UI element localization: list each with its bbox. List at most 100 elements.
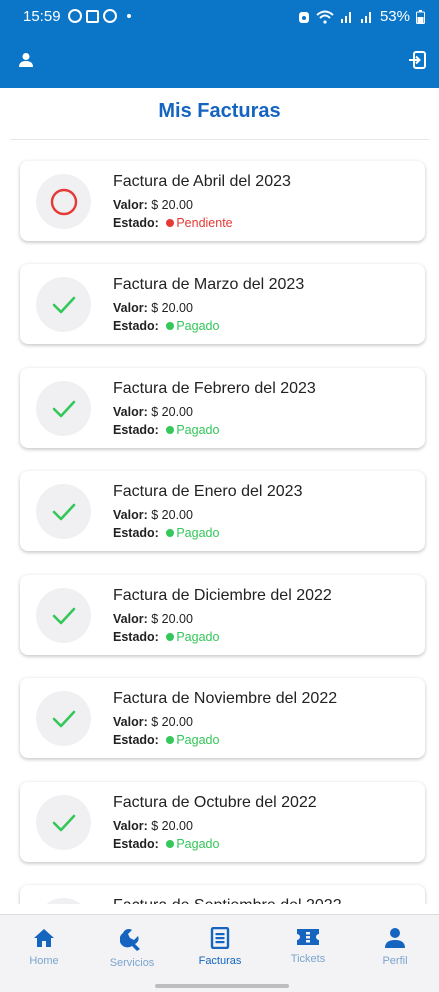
home-icon — [34, 929, 54, 947]
invoice-title: Factura de Noviembre del 2022 — [113, 690, 338, 707]
status-dot-icon — [166, 840, 175, 848]
status-label: Estado: — [113, 837, 159, 851]
invoice-status-row: Estado: Pagado — [113, 319, 219, 333]
invoice-status-row: Estado: Pagado — [113, 526, 219, 540]
checkmark-icon — [36, 484, 91, 539]
invoice-status-row: Estado: Pagado — [113, 630, 219, 644]
status-label: Estado: — [113, 630, 159, 644]
nav-label-servicios: Servicios — [109, 957, 155, 969]
invoice-card[interactable]: Factura de Octubre del 2022 Valor: $ 20.0… — [20, 782, 425, 862]
logout-button[interactable] — [403, 46, 431, 74]
nav-label-facturas: Facturas — [198, 955, 242, 967]
value-label: Valor: — [113, 819, 148, 833]
invoice-title: Factura de Febrero del 2023 — [113, 380, 316, 397]
status-badge: Pagado — [176, 630, 220, 644]
invoice-card[interactable]: Factura de Septiembre del 2022Valor: $ 2… — [20, 885, 425, 904]
app-bar — [0, 34, 439, 88]
nav-item-tickets[interactable]: Tickets — [264, 927, 352, 965]
invoice-value: $ 20.00 — [151, 405, 193, 419]
status-label: Estado: — [113, 526, 159, 540]
invoice-list[interactable]: Factura de Abril del 2023 Valor: $ 20.00 E… — [0, 140, 439, 904]
bottom-navigation: Home Servicios Facturas Tickets Perfil — [0, 914, 439, 992]
user-icon — [385, 928, 405, 948]
status-badge: Pagado — [176, 526, 220, 540]
checkmark-icon — [36, 277, 91, 332]
home-indicator[interactable] — [155, 984, 289, 988]
invoice-value-row: Valor: $ 20.00 — [113, 612, 193, 626]
invoice-value: $ 20.00 — [151, 715, 193, 729]
status-badge: Pagado — [176, 423, 220, 437]
logout-icon — [409, 51, 426, 69]
status-badge: Pagado — [176, 837, 220, 851]
invoice-title: Factura de Marzo del 2023 — [113, 276, 305, 293]
invoice-value-row: Valor: $ 20.00 — [113, 198, 193, 212]
system-icons: 53% — [298, 8, 425, 25]
status-label: Estado: — [113, 319, 159, 333]
invoice-title: Factura de Octubre del 2022 — [113, 794, 317, 811]
alarm-icon — [298, 11, 309, 23]
invoice-value: $ 20.00 — [151, 612, 193, 626]
nav-item-servicios[interactable]: Servicios — [88, 927, 176, 969]
status-label: Estado: — [113, 216, 159, 230]
status-badge: Pendiente — [176, 216, 233, 230]
invoice-card[interactable]: Factura de Diciembre del 2022 Valor: $ 20… — [20, 575, 425, 655]
status-bar: 15:59 53% — [0, 0, 439, 34]
status-dot-icon — [166, 322, 175, 330]
wrench-icon — [120, 928, 140, 951]
invoice-value-row: Valor: $ 20.00 — [113, 819, 193, 833]
whatsapp-icon — [103, 9, 117, 23]
battery-icon — [416, 9, 425, 24]
checkmark-icon — [36, 795, 91, 850]
status-badge: Pagado — [176, 319, 220, 333]
nav-label-perfil: Perfil — [382, 955, 408, 967]
value-label: Valor: — [113, 612, 148, 626]
status-time: 15:59 — [23, 8, 61, 25]
nav-label-home: Home — [29, 955, 59, 967]
invoice-card[interactable]: Factura de Marzo del 2023 Valor: $ 20.00 E… — [20, 264, 425, 344]
invoice-status-row: Estado: Pendiente — [113, 216, 233, 230]
media-notification-icon — [86, 9, 99, 23]
invoice-title: Factura de Septiembre del 2022 — [113, 897, 342, 904]
screen: 15:59 53% Mis Facturas Factura de Abril … — [0, 0, 439, 992]
invoice-title: Factura de Enero del 2023 — [113, 483, 303, 500]
status-dot-icon — [166, 633, 175, 641]
status-dot-icon — [166, 736, 175, 744]
value-label: Valor: — [113, 715, 148, 729]
invoice-card[interactable]: Factura de Abril del 2023 Valor: $ 20.00 E… — [20, 161, 425, 241]
invoice-status-row: Estado: Pagado — [113, 423, 219, 437]
more-notifications-icon — [127, 14, 131, 18]
invoice-value-row: Valor: $ 20.00 — [113, 405, 193, 419]
invoice-card[interactable]: Factura de Febrero del 2023 Valor: $ 20.0… — [20, 368, 425, 448]
value-label: Valor: — [113, 508, 148, 522]
value-label: Valor: — [113, 405, 148, 419]
checkmark-icon — [36, 691, 91, 746]
checkmark-icon — [36, 898, 91, 904]
invoice-value: $ 20.00 — [151, 301, 193, 315]
checkmark-icon — [36, 381, 91, 436]
pending-circle-icon — [36, 174, 91, 229]
status-dot-icon — [166, 426, 175, 434]
notification-icons — [68, 9, 131, 23]
page-title: Mis Facturas — [158, 100, 281, 122]
wifi-icon — [316, 10, 334, 24]
invoice-status-row: Estado: Pagado — [113, 837, 219, 851]
profile-button[interactable] — [12, 46, 40, 74]
invoice-value: $ 20.00 — [151, 819, 193, 833]
app-notification-icon — [68, 9, 82, 23]
invoice-value-row: Valor: $ 20.00 — [113, 715, 193, 729]
invoice-value: $ 20.00 — [151, 508, 193, 522]
value-label: Valor: — [113, 301, 148, 315]
ticket-icon — [297, 929, 319, 945]
invoice-title: Factura de Abril del 2023 — [113, 173, 291, 190]
invoice-value: $ 20.00 — [151, 198, 193, 212]
nav-label-tickets: Tickets — [290, 953, 326, 965]
nav-item-perfil[interactable]: Perfil — [351, 927, 439, 967]
invoice-card[interactable]: Factura de Noviembre del 2022 Valor: $ 20… — [20, 678, 425, 758]
nav-item-facturas[interactable]: Facturas — [176, 927, 264, 967]
invoice-value-row: Valor: $ 20.00 — [113, 508, 193, 522]
nav-item-home[interactable]: Home — [0, 927, 88, 967]
invoice-card[interactable]: Factura de Enero del 2023 Valor: $ 20.00 E… — [20, 471, 425, 551]
signal-icon-2 — [360, 11, 371, 23]
value-label: Valor: — [113, 198, 148, 212]
status-label: Estado: — [113, 733, 159, 747]
